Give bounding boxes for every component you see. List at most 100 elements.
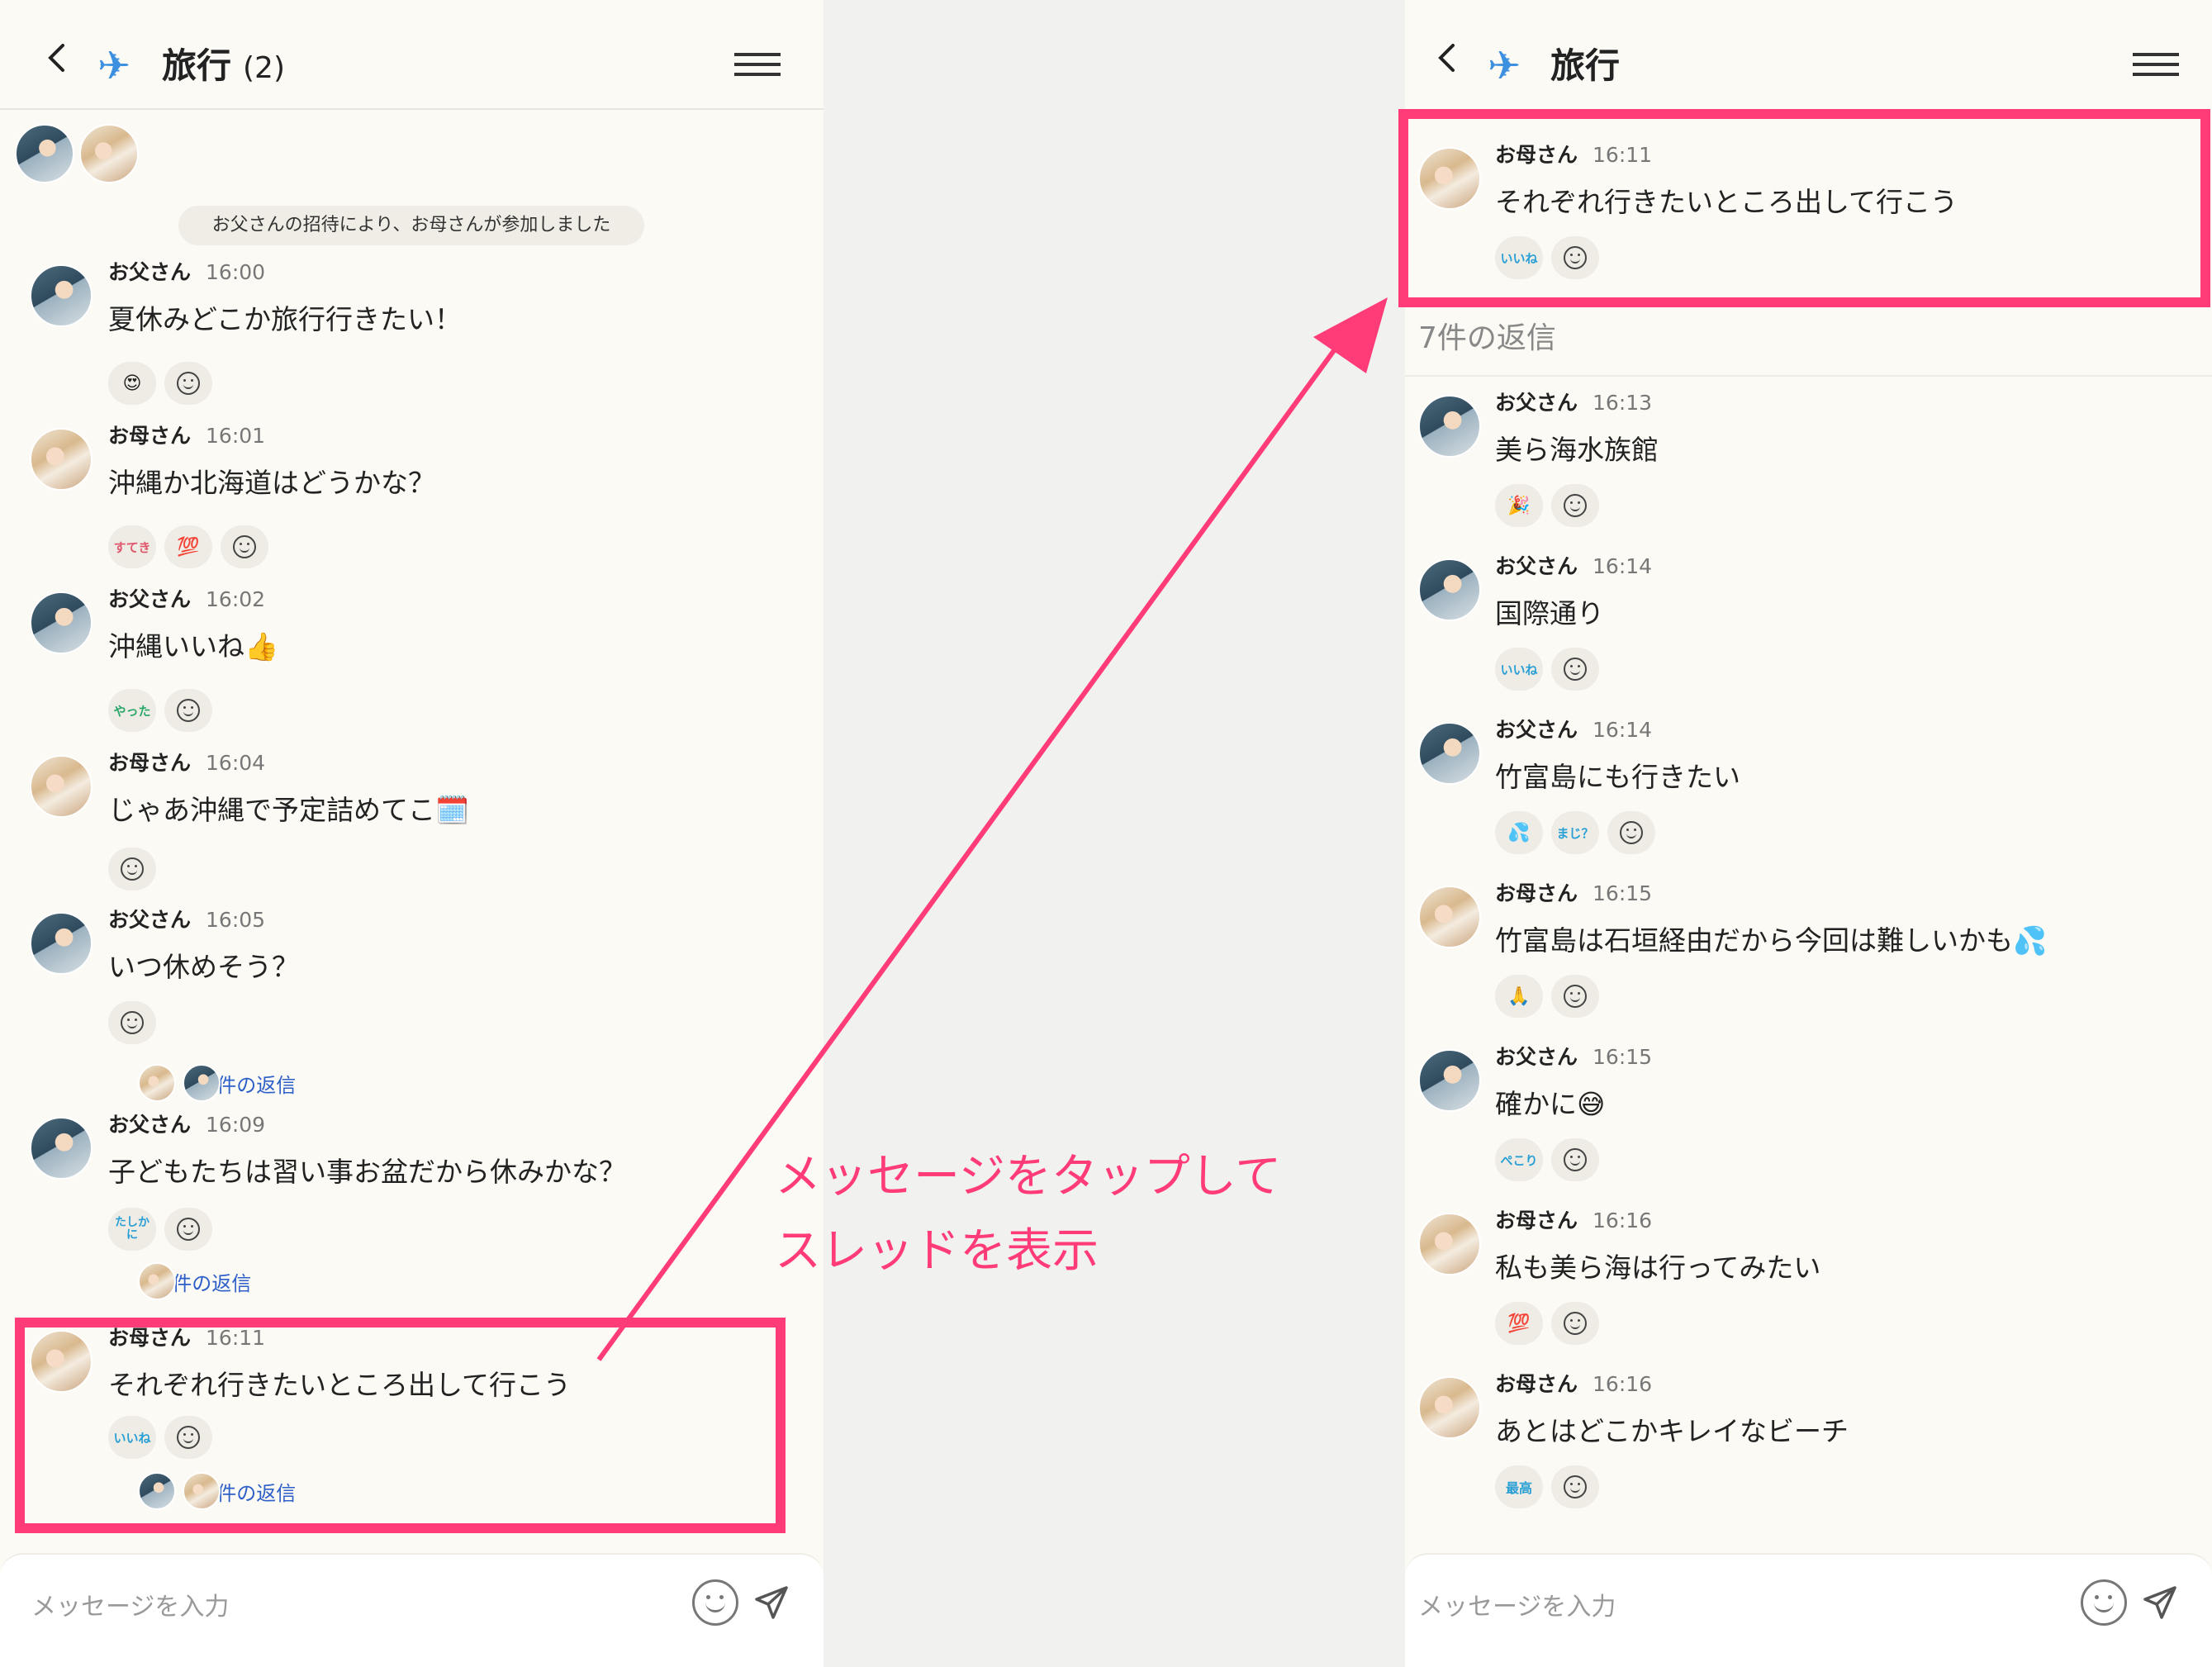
avatar[interactable]	[1418, 1213, 1481, 1275]
sender-name: お父さん	[108, 260, 192, 284]
reaction-chip[interactable]: ぺこり	[1495, 1138, 1543, 1181]
add-reaction-button[interactable]	[108, 848, 156, 890]
avatar[interactable]	[30, 591, 93, 654]
avatar[interactable]	[1418, 1376, 1481, 1439]
add-reaction-button[interactable]	[164, 689, 212, 732]
thread-replies-link[interactable]: 3件の返信	[108, 1062, 296, 1104]
sender-name: お父さん	[108, 908, 192, 932]
add-reaction-button[interactable]	[1551, 975, 1599, 1018]
avatar[interactable]	[1418, 722, 1481, 785]
back-chevron-icon[interactable]	[1433, 43, 1463, 73]
add-reaction-icon	[233, 535, 256, 558]
add-reaction-button[interactable]	[1551, 1302, 1599, 1345]
reaction-chip[interactable]: やった	[108, 689, 156, 732]
sender-name: お母さん	[1495, 1209, 1578, 1232]
member-count: (2)	[243, 51, 286, 85]
message-text: 沖縄か北海道はどうかな？	[108, 467, 435, 499]
reaction-chip[interactable]: いいね	[1495, 648, 1543, 691]
reaction-chip[interactable]: 💯	[1495, 1302, 1543, 1345]
add-reaction-button[interactable]	[1551, 648, 1599, 691]
timestamp: 16:09	[206, 1113, 266, 1137]
add-reaction-icon	[1564, 1475, 1587, 1498]
send-paper-plane-icon[interactable]	[753, 1584, 790, 1621]
timestamp: 16:13	[1593, 391, 1653, 415]
message-input[interactable]: メッセージを入力	[31, 1586, 229, 1622]
airplane-icon: ✈	[97, 43, 131, 89]
timestamp: 16:00	[206, 260, 266, 284]
message-text: 私も美ら海は行ってみたい	[1495, 1251, 1821, 1284]
timestamp: 16:02	[206, 587, 266, 611]
reaction-chip[interactable]: 😍	[108, 362, 156, 405]
send-paper-plane-icon[interactable]	[2142, 1584, 2178, 1621]
emoji-smile-icon[interactable]	[2081, 1579, 2127, 1626]
avatar[interactable]	[30, 1117, 93, 1180]
avatar[interactable]	[1418, 395, 1481, 458]
add-reaction-button[interactable]	[1607, 811, 1655, 854]
reaction-chip[interactable]: 💯	[164, 525, 212, 568]
divider	[1405, 375, 2212, 377]
message-text: いつ休めそう？	[108, 951, 299, 983]
avatar[interactable]	[79, 124, 139, 183]
add-reaction-button[interactable]	[1551, 1465, 1599, 1508]
back-chevron-icon[interactable]	[43, 43, 73, 73]
highlight-box-thread-parent	[1398, 109, 2210, 307]
sender-name: お父さん	[1495, 391, 1578, 415]
thread-replies-link[interactable]: 1件の返信	[108, 1261, 251, 1302]
reaction-chip[interactable]: たしかに	[108, 1208, 156, 1251]
message-text: 竹富島にも行きたい	[1495, 761, 1740, 793]
add-reaction-icon	[1564, 494, 1587, 517]
reaction-chip[interactable]: すてき	[108, 525, 156, 568]
add-reaction-button[interactable]	[1551, 1138, 1599, 1181]
reaction-chip[interactable]: 💦	[1495, 811, 1543, 854]
avatar[interactable]	[1418, 1049, 1481, 1112]
message-text: 竹富島は石垣経由だから今回は難しいかも💦	[1495, 924, 2048, 957]
message-text: じゃあ沖縄で予定詰めてこ🗓️	[108, 794, 470, 826]
add-reaction-button[interactable]	[108, 1001, 156, 1044]
add-reaction-button[interactable]	[221, 525, 268, 568]
sender-name: お父さん	[1495, 1045, 1578, 1069]
thread-header: ✈ 旅行	[1405, 0, 2212, 110]
avatar[interactable]	[30, 264, 93, 327]
hamburger-menu-icon[interactable]	[2133, 53, 2179, 78]
message-input[interactable]: メッセージを入力	[1418, 1586, 1616, 1622]
timestamp: 16:16	[1593, 1372, 1653, 1396]
thread-reply-count: 7件の返信	[1418, 321, 1556, 355]
sender-name: お父さん	[1495, 718, 1578, 742]
message-text: あとはどこかキレイなビーチ	[1495, 1415, 1849, 1447]
timestamp: 16:15	[1593, 1045, 1653, 1069]
highlight-box-selected-message	[15, 1318, 786, 1533]
message-text: 美ら海水族館	[1495, 434, 1659, 466]
timestamp: 16:15	[1593, 881, 1653, 905]
avatar	[138, 1262, 176, 1300]
add-reaction-button[interactable]	[164, 362, 212, 405]
avatar	[183, 1064, 221, 1102]
avatar[interactable]	[15, 124, 74, 183]
sender-name: お母さん	[108, 424, 192, 448]
emoji-smile-icon[interactable]	[692, 1579, 738, 1626]
message-composer: メッセージを入力	[1405, 1553, 2212, 1667]
reaction-chip[interactable]: 🎉	[1495, 484, 1543, 527]
timestamp: 16:05	[206, 908, 266, 932]
avatar[interactable]	[1418, 558, 1481, 621]
add-reaction-icon	[177, 1218, 200, 1241]
reaction-chip[interactable]: 最高	[1495, 1465, 1543, 1508]
add-reaction-button[interactable]	[164, 1208, 212, 1251]
sender-name: お母さん	[1495, 881, 1578, 905]
add-reaction-button[interactable]	[1551, 484, 1599, 527]
hamburger-menu-icon[interactable]	[734, 53, 781, 78]
avatar[interactable]	[30, 428, 93, 491]
sender-name: お父さん	[108, 1113, 192, 1137]
sender-name: お母さん	[108, 751, 192, 775]
avatar[interactable]	[1418, 886, 1481, 948]
avatar[interactable]	[30, 755, 93, 818]
reaction-chip[interactable]: まじ？	[1551, 811, 1599, 854]
airplane-icon: ✈	[1488, 43, 1521, 89]
sender-name: お母さん	[1495, 1372, 1578, 1396]
timestamp: 16:04	[206, 751, 266, 775]
sender-name: お父さん	[108, 587, 192, 611]
add-reaction-icon	[1564, 658, 1587, 681]
reaction-chip[interactable]: 🙏	[1495, 975, 1543, 1018]
avatar[interactable]	[30, 912, 93, 975]
sender-name: お父さん	[1495, 554, 1578, 578]
thread-title: 旅行	[1550, 45, 1621, 86]
